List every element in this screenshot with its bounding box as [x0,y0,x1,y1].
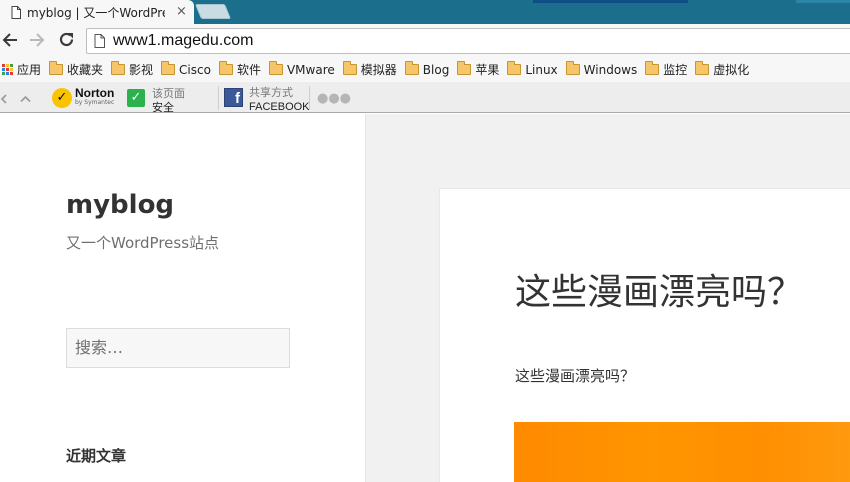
widget-title: 近期文章 [66,447,127,465]
tab-title: myblog | 又一个WordPress站点 [27,5,165,20]
tab-strip: myblog | 又一个WordPress站点 × [0,0,850,24]
bookmark-folder[interactable]: Linux [507,61,558,77]
safe-check-icon[interactable]: ✓ [127,89,145,107]
bookmark-label: Blog [422,62,450,77]
folder-icon [161,61,176,75]
folder-icon [645,61,660,75]
forward-arrow-icon[interactable] [29,32,45,48]
bookmark-folder[interactable]: 监控 [645,61,687,78]
bookmark-folder[interactable]: Cisco [161,61,211,77]
profile-indicator [533,0,688,3]
bookmark-folder[interactable]: Windows [565,61,638,77]
share-line2: FACEBOOK [249,101,310,113]
extension-bar: ✓ Norton by Symantec ✓ 该页面 安全 f 共享方式 FAC… [0,82,850,115]
folder-icon [457,61,472,75]
bookmark-label: Linux [525,62,558,77]
browser-toolbar: www1.magedu.com [0,24,850,57]
address-bar[interactable]: www1.magedu.com [86,28,850,54]
folder-icon [49,61,64,75]
bookmark-label: 苹果 [475,63,500,77]
safe-status-line1: 该页面 [152,87,185,100]
chevron-up-icon[interactable] [20,95,31,103]
safe-status: 该页面 安全 [152,87,185,115]
folder-icon [342,61,357,75]
folder-icon [111,61,126,75]
new-tab-button[interactable] [194,4,232,19]
sidebar: myblog 又一个WordPress站点 搜索… 近期文章 [0,114,366,482]
bookmark-folder[interactable]: 软件 [218,61,261,78]
bookmark-label: 监控 [663,63,688,77]
post-image [514,422,850,482]
bookmark-label: Windows [583,62,638,77]
bookmark-label: 收藏夹 [67,63,104,77]
search-input[interactable]: 搜索… [66,328,290,368]
back-arrow-icon[interactable] [2,32,18,48]
site-description: 又一个WordPress站点 [66,234,220,252]
folder-icon [268,61,283,75]
page-icon [94,34,105,48]
bookmark-folder[interactable]: 影视 [111,61,153,78]
close-icon[interactable]: × [176,4,187,20]
folder-icon [695,61,710,75]
folder-icon [218,61,233,75]
reload-icon[interactable] [58,31,75,48]
bookmark-folder[interactable]: 模拟器 [342,61,397,78]
bookmark-label: 应用 [17,63,42,77]
apps-grid-icon [2,64,13,75]
norton-brand: Norton [75,86,115,100]
bookmark-folder[interactable]: 苹果 [457,61,499,78]
bookmark-folder[interactable]: Blog [404,61,450,77]
bookmark-apps[interactable]: 应用 [0,61,41,78]
entry-content: 这些漫画漂亮吗？ [515,367,636,385]
web-page: myblog 又一个WordPress站点 搜索… 近期文章 这些漫画漂亮吗？ … [0,114,850,482]
share-facebook[interactable]: 共享方式 FACEBOOK [249,86,310,114]
bookmark-label: 影视 [129,63,154,77]
norton-badge[interactable]: ✓ Norton by Symantec [52,86,115,108]
bookmark-folder[interactable]: 收藏夹 [49,61,103,78]
bookmark-label: 虚拟化 [713,63,750,77]
divider [309,86,310,110]
window-controls[interactable] [796,0,850,3]
divider [218,86,219,110]
bookmark-label: VMware [286,62,335,77]
bookmark-folder[interactable]: 虚拟化 [695,61,749,78]
browser-tab[interactable]: myblog | 又一个WordPress站点 × [0,0,194,24]
norton-check-icon: ✓ [52,88,72,108]
post-body: 这些漫画漂亮吗？ 这些漫画漂亮吗？ [439,189,850,482]
entry-title[interactable]: 这些漫画漂亮吗？ [515,263,803,315]
page-icon [11,5,21,19]
facebook-icon[interactable]: f [224,88,243,107]
norton-subtitle: by Symantec [75,99,115,106]
bookmark-label: 模拟器 [360,63,397,77]
url-text[interactable]: www1.magedu.com [113,32,254,50]
safe-status-line2: 安全 [152,101,174,114]
bookmark-folder[interactable]: VMware [268,61,335,77]
bookmark-label: 软件 [236,63,261,77]
folder-icon [507,61,522,75]
folder-icon [404,61,419,75]
folder-icon [565,61,580,75]
more-icon[interactable]: ●●● [317,91,351,106]
bookmark-label: Cisco [179,62,211,77]
share-line1: 共享方式 [249,86,293,99]
bookmarks-bar: 应用 收藏夹 影视 Cisco 软件 VMware 模拟器 Blog 苹果 Li… [0,57,850,82]
site-title[interactable]: myblog [66,190,174,220]
chevron-left-icon[interactable] [0,94,8,104]
